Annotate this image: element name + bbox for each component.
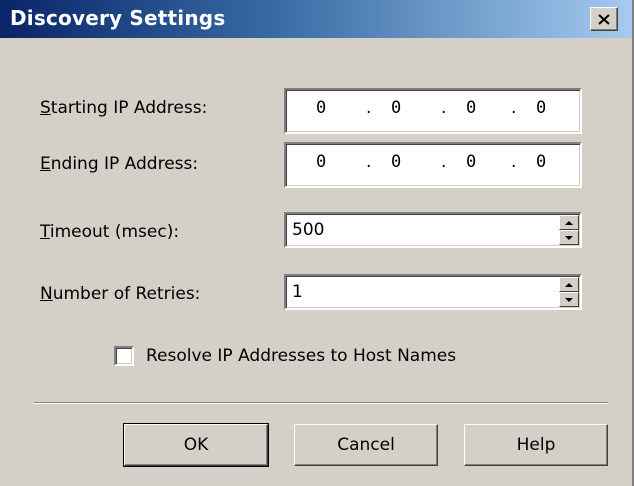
retries-label-text: umber of Retries:	[52, 284, 201, 304]
starting-ip-field[interactable]: 0 . 0 . 0 . 0	[284, 88, 582, 134]
ip-dot: .	[511, 152, 517, 172]
window-title: Discovery Settings	[10, 6, 226, 30]
ip-dot: .	[441, 152, 447, 172]
retries-spin-buttons	[559, 277, 579, 307]
resolve-hostnames-label[interactable]: Resolve IP Addresses to Host Names	[146, 346, 456, 366]
starting-ip-label: Starting IP Address:	[40, 98, 207, 118]
ending-ip-label: Ending IP Address:	[40, 154, 198, 174]
timeout-decrement-button[interactable]	[559, 230, 579, 245]
starting-ip-label-text: tarting IP Address:	[50, 98, 208, 118]
ip-dot: .	[366, 152, 372, 172]
timeout-increment-button[interactable]	[559, 215, 579, 230]
ip-dot: .	[511, 98, 517, 118]
starting-ip-label-mnemonic: S	[40, 98, 51, 118]
resolve-hostnames-checkbox[interactable]	[114, 346, 134, 366]
retries-label-mnemonic: N	[40, 284, 53, 304]
timeout-spinbox[interactable]: 500	[284, 212, 582, 248]
retries-value[interactable]: 1	[292, 282, 303, 302]
arrow-up-icon	[565, 220, 573, 225]
starting-ip-octet-4[interactable]: 0	[536, 98, 546, 118]
ip-dot: .	[441, 98, 447, 118]
close-icon	[598, 13, 610, 25]
ending-ip-label-mnemonic: E	[40, 154, 51, 174]
title-bar[interactable]: Discovery Settings	[0, 0, 632, 38]
arrow-up-icon	[565, 282, 573, 287]
retries-decrement-button[interactable]	[559, 292, 579, 307]
retries-spinbox[interactable]: 1	[284, 274, 582, 310]
retries-increment-button[interactable]	[559, 277, 579, 292]
discovery-settings-dialog: Discovery Settings Starting IP Address: …	[0, 0, 634, 486]
ending-ip-octet-4[interactable]: 0	[536, 152, 546, 172]
ending-ip-octet-3[interactable]: 0	[466, 152, 476, 172]
timeout-label: Timeout (msec):	[40, 222, 179, 242]
arrow-down-icon	[565, 235, 573, 240]
cancel-button[interactable]: Cancel	[294, 424, 438, 466]
ip-dot: .	[366, 98, 372, 118]
arrow-down-icon	[565, 297, 573, 302]
starting-ip-octet-2[interactable]: 0	[391, 98, 401, 118]
ending-ip-octet-2[interactable]: 0	[391, 152, 401, 172]
help-button[interactable]: Help	[464, 424, 608, 466]
starting-ip-octet-3[interactable]: 0	[466, 98, 476, 118]
timeout-label-mnemonic: T	[40, 222, 50, 242]
ending-ip-field[interactable]: 0 . 0 . 0 . 0	[284, 142, 582, 188]
ending-ip-octet-1[interactable]: 0	[316, 152, 326, 172]
starting-ip-octet-1[interactable]: 0	[316, 98, 326, 118]
timeout-spin-buttons	[559, 215, 579, 245]
ok-button[interactable]: OK	[123, 423, 269, 467]
close-button[interactable]	[590, 7, 618, 31]
timeout-label-text: imeout (msec):	[49, 222, 180, 242]
ending-ip-label-text: nding IP Address:	[50, 154, 199, 174]
retries-label: Number of Retries:	[40, 284, 200, 304]
timeout-value[interactable]: 500	[292, 220, 324, 240]
separator	[34, 402, 608, 404]
